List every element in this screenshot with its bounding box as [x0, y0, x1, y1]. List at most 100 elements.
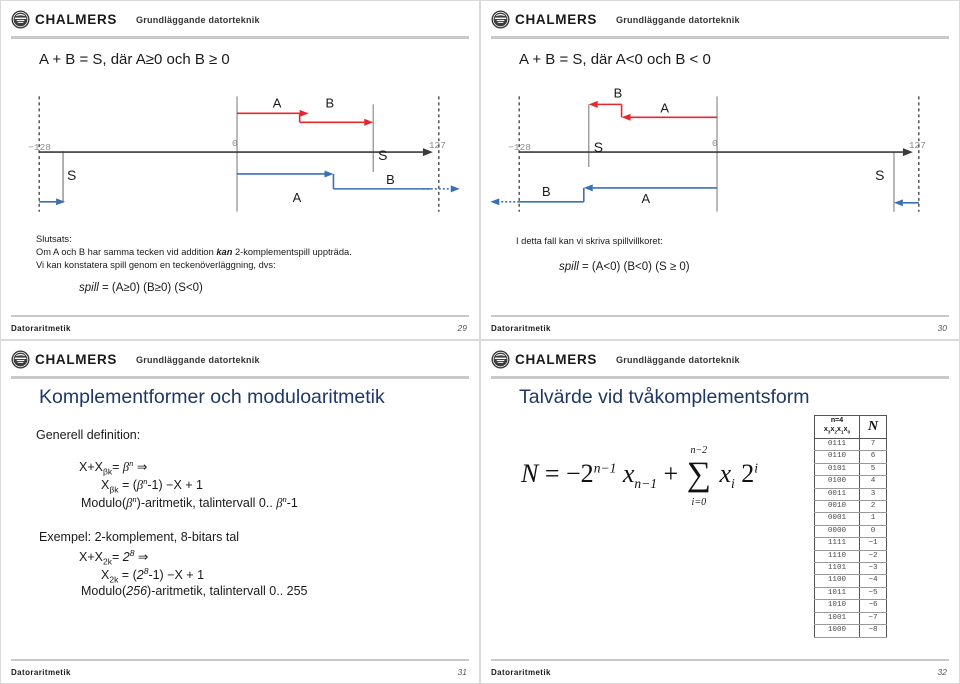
chalmers-seal-icon [11, 350, 30, 369]
example-heading: Exempel: 2-komplement, 8-bitars tal [39, 530, 240, 544]
eq-x1: x [622, 459, 635, 488]
spill-formula: spill = (A≥0) (B≥0) (S<0) [79, 282, 203, 294]
table-row: 0011 3 [814, 487, 887, 502]
cell-value: 7 [859, 437, 887, 452]
table-row: 0000 0 [814, 524, 887, 539]
vector-a-upper-arrowhead [621, 113, 631, 121]
slide-header: CHALMERS Grundläggande datorteknik [11, 349, 469, 375]
footer-rule [491, 659, 949, 661]
cell-value: 6 [859, 450, 887, 464]
overflow-numberline-diagram-positive: −128 0 127 S S A B A B [28, 95, 460, 212]
exl1-arrow: ⇒ [134, 550, 149, 565]
label-a-lower: A [293, 190, 302, 205]
label-zero: 0 [232, 138, 238, 149]
cell-value: −1 [859, 537, 887, 551]
eq-two: 2 [741, 459, 755, 488]
label-b-upper: B [614, 85, 623, 100]
spill-formula-name: spill [79, 282, 99, 294]
label-b-lower: B [386, 172, 395, 187]
cell-value: −5 [859, 586, 887, 601]
cell-bits: 0100 [814, 475, 860, 489]
exl3-pre: Modulo( [81, 584, 127, 598]
slide-header: CHALMERS Grundläggande datorteknik [491, 349, 949, 375]
table-row: 1100 −4 [814, 574, 887, 588]
table-row: 1110 −2 [814, 549, 887, 564]
overflow-numberline-diagram-negative: −128 0 127 S S A B A B [490, 85, 926, 212]
conclusion-emph: kan [216, 247, 233, 257]
cell-bits: 1010 [814, 599, 860, 613]
cell-bits: 1110 [814, 549, 860, 564]
eq-equals: = [544, 459, 560, 488]
exl1-base: 2 [122, 550, 130, 565]
twos-complement-value-table: n=4 x3x2x1x0 N 0111 7 0110 6 0101 5 0100 4 0011 3… [814, 415, 887, 638]
label-b-upper: B [325, 95, 334, 110]
vector-b-lower-wrap-arrowhead [450, 185, 460, 193]
cell-value: −2 [859, 549, 887, 564]
header-bits-line2: x3x2x1x0 [823, 426, 851, 436]
eq-sigma-glyph: ∑ [686, 456, 711, 494]
exl3-post: )-aritmetik, talintervall 0.. 255 [147, 584, 308, 598]
table-row: 0001 1 [814, 512, 887, 526]
table-row: 1010 −6 [814, 599, 887, 613]
example-line-2: X2k = (28-1) −X + 1 [101, 566, 204, 585]
exl1-pre: X+X [79, 550, 103, 565]
exl3-val: 256 [126, 584, 148, 598]
label-a-lower: A [641, 191, 650, 206]
slide-grid: CHALMERS Grundläggande datorteknik A + B… [0, 0, 960, 684]
eq-x1sub: n−1 [634, 476, 658, 492]
label-min: −128 [508, 142, 531, 153]
eq-x2sub: i [730, 476, 735, 492]
chalmers-seal-icon [491, 350, 510, 369]
exl1-eq: = [111, 550, 123, 565]
label-s-lower: S [875, 167, 884, 183]
cell-bits: 0001 [814, 512, 860, 526]
eq-plus: + [663, 459, 679, 488]
header-rule [491, 376, 949, 379]
gdl1-arrow: ⇒ [133, 460, 148, 475]
conclusion-line-3: Vi kan konstatera spill genom en teckenö… [36, 260, 276, 270]
spill-formula: spill = (A<0) (B<0) (S ≥ 0) [559, 261, 690, 273]
vector-a-lower-arrowhead [583, 184, 593, 192]
gdl2-mid: = ( [118, 478, 137, 493]
eq-sigma-upper-limit: n−2 [690, 445, 708, 457]
cell-value: −3 [859, 562, 887, 576]
page-title: Komplementformer och moduloaritmetik [39, 386, 385, 408]
header-value-cell: N [859, 415, 887, 439]
slide-number: 31 [457, 667, 467, 677]
twos-complement-value-equation: N = −2n−1 xn−1 + n−2 ∑ i=0 xi 2i [521, 445, 758, 508]
table-row: 1101 −3 [814, 562, 887, 576]
table-row: 0111 7 [814, 437, 887, 452]
label-a-upper: A [273, 95, 282, 110]
vector-b-upper-arrowhead [588, 100, 598, 108]
gdl2-post: -1) −X + 1 [147, 478, 203, 493]
cell-value: 1 [859, 512, 887, 526]
label-s-lower: S [67, 167, 76, 183]
footer-label: Datoraritmetik [11, 324, 71, 333]
table-row: 0010 2 [814, 500, 887, 514]
eq-exp1: n−1 [593, 460, 617, 476]
exl2-base: 2 [136, 568, 144, 583]
table-row: 0101 5 [814, 462, 887, 477]
slide-31: CHALMERS Grundläggande datorteknik Kompl… [0, 340, 480, 684]
vector-b-lower-wrap-in-arrowhead [56, 198, 66, 206]
brand-wordmark: CHALMERS [35, 352, 118, 367]
cell-value: 5 [859, 462, 887, 477]
course-name: Grundläggande datorteknik [136, 355, 260, 365]
cell-bits: 0010 [814, 500, 860, 514]
gdl3-tail: -1 [286, 496, 298, 511]
header-rule [11, 376, 469, 379]
example-line-3: Modulo(256)-aritmetik, talintervall 0.. … [81, 584, 308, 598]
spill-formula-rest: = (A≥0) (B≥0) (S<0) [98, 282, 203, 294]
cell-value: 0 [859, 524, 887, 539]
general-def-line-3: Modulo(βn)-aritmetik, talintervall 0.. β… [81, 494, 298, 511]
slide-32: CHALMERS Grundläggande datorteknik Talvä… [480, 340, 960, 684]
cell-bits: 1011 [814, 586, 860, 601]
slide-number: 30 [937, 323, 947, 333]
spill-formula-name: spill [559, 261, 579, 273]
cell-bits: 0111 [814, 437, 860, 452]
table-row: 1111 −1 [814, 537, 887, 551]
conclusion-line-2c: 2-komplementspill uppträda. [232, 247, 352, 257]
slide-30: CHALMERS Grundläggande datorteknik A + B… [480, 0, 960, 340]
cell-bits: 1000 [814, 624, 860, 638]
gdl1-pre: X+X [79, 460, 103, 475]
